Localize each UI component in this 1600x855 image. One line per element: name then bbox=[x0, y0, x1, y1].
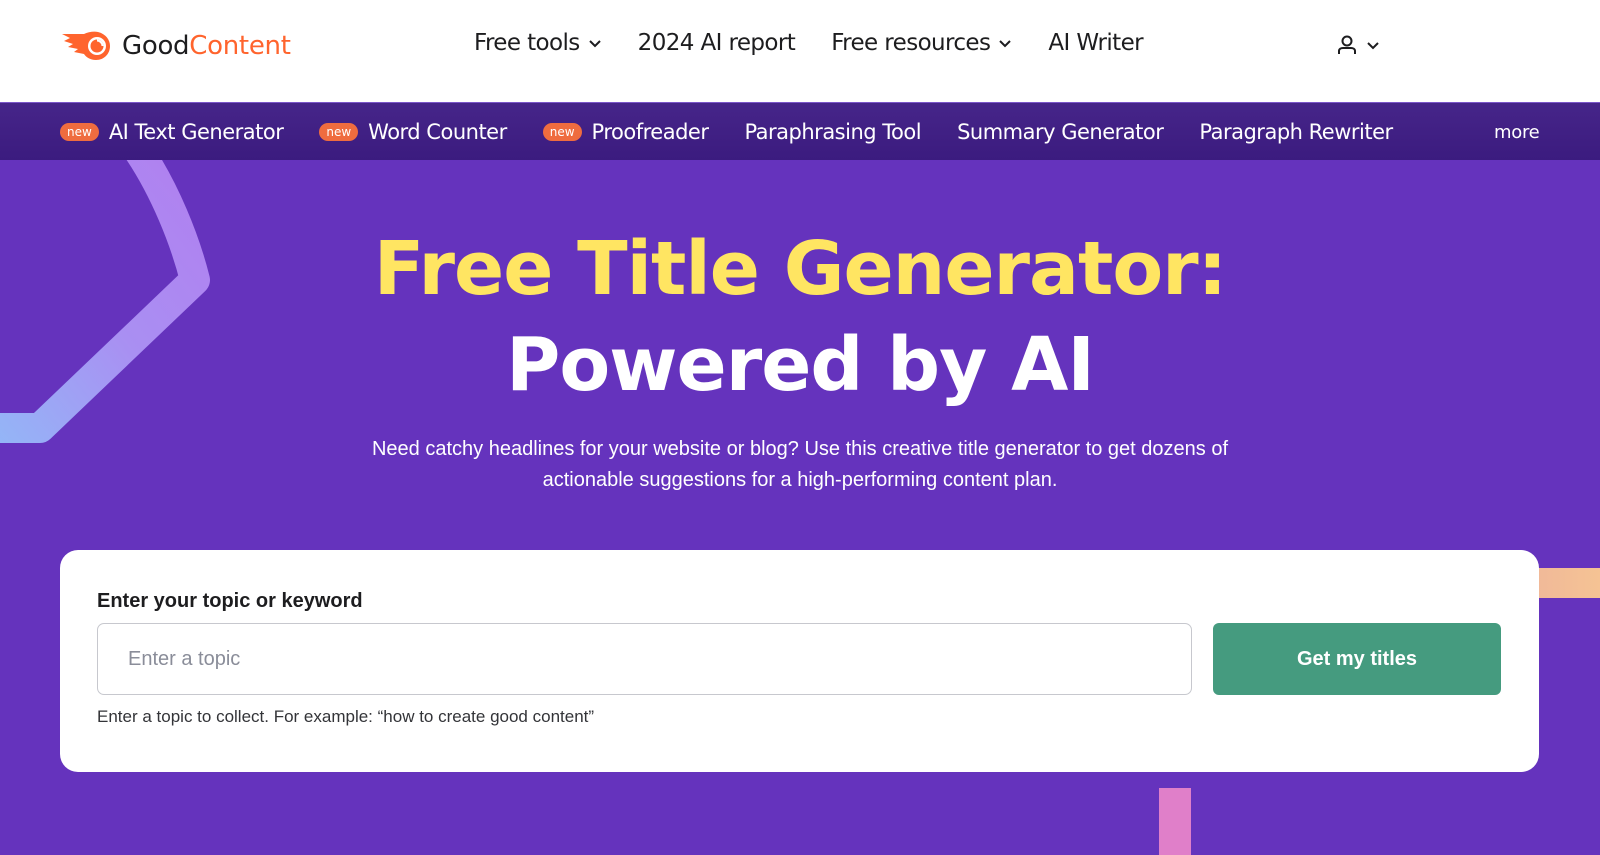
nav-ai-report-label: 2024 AI report bbox=[637, 30, 796, 56]
page-title-line2: Powered by AI bbox=[506, 322, 1095, 408]
top-header: GoodContent Free tools 2024 AI report Fr… bbox=[0, 0, 1600, 102]
subnav-item-label: Paragraph Rewriter bbox=[1199, 120, 1393, 144]
nav-free-tools-label: Free tools bbox=[474, 30, 580, 56]
nav-free-resources-label: Free resources bbox=[831, 30, 991, 56]
subnav-item-label: AI Text Generator bbox=[108, 120, 284, 144]
subnav-more[interactable]: more bbox=[1494, 103, 1540, 161]
fire-ball-icon bbox=[62, 31, 110, 60]
topic-input[interactable] bbox=[97, 623, 1192, 695]
main-nav: Free tools 2024 AI report Free resources… bbox=[474, 30, 1144, 56]
title-generator-form: Enter your topic or keyword Get my title… bbox=[60, 550, 1539, 772]
topic-field-hint: Enter a topic to collect. For example: “… bbox=[97, 707, 595, 726]
chevron-down-icon bbox=[1367, 42, 1379, 50]
user-menu[interactable] bbox=[1336, 34, 1380, 56]
nav-ai-writer[interactable]: AI Writer bbox=[1048, 30, 1143, 56]
new-badge: new bbox=[60, 123, 99, 141]
subnav-proofreader[interactable]: new Proofreader bbox=[542, 120, 709, 144]
nav-ai-writer-label: AI Writer bbox=[1048, 30, 1143, 56]
nav-free-tools[interactable]: Free tools bbox=[474, 30, 602, 56]
nav-ai-report[interactable]: 2024 AI report bbox=[638, 30, 796, 56]
subnav-item-label: Proofreader bbox=[591, 120, 709, 144]
subnav-paraphrasing-tool[interactable]: Paraphrasing Tool bbox=[744, 120, 921, 144]
user-icon bbox=[1338, 35, 1356, 54]
topic-field-label: Enter your topic or keyword bbox=[97, 590, 363, 612]
logo-text: GoodContent bbox=[122, 31, 291, 61]
hero-subtitle: Need catchy headlines for your website o… bbox=[371, 438, 1229, 491]
nav-free-resources[interactable]: Free resources bbox=[831, 30, 1012, 56]
tools-subnav: new AI Text Generator new Word Counter n… bbox=[0, 102, 1600, 160]
subnav-word-counter[interactable]: new Word Counter bbox=[319, 120, 507, 144]
subnav-item-label: Paraphrasing Tool bbox=[744, 120, 922, 144]
subnav-ai-text-generator[interactable]: new AI Text Generator bbox=[60, 120, 284, 144]
logo-text-content: Content bbox=[189, 31, 291, 61]
new-badge: new bbox=[542, 123, 582, 141]
subnav-item-label: Summary Generator bbox=[957, 120, 1164, 144]
subnav-item-label: Word Counter bbox=[368, 120, 507, 144]
page-title-line1: Free Title Generator: bbox=[373, 226, 1228, 312]
hero-section: Free Title Generator: Powered by AI Need… bbox=[0, 160, 1600, 855]
decorative-pink-bar bbox=[1159, 788, 1191, 855]
new-badge: new bbox=[319, 123, 359, 141]
subnav-paragraph-rewriter[interactable]: Paragraph Rewriter bbox=[1199, 120, 1393, 144]
get-titles-button[interactable]: Get my titles bbox=[1213, 623, 1501, 695]
logo-link[interactable]: GoodContent bbox=[60, 30, 291, 62]
chevron-down-icon bbox=[999, 40, 1012, 48]
logo-text-good: Good bbox=[122, 31, 190, 61]
subnav-summary-generator[interactable]: Summary Generator bbox=[957, 120, 1164, 144]
chevron-down-icon bbox=[588, 40, 601, 48]
